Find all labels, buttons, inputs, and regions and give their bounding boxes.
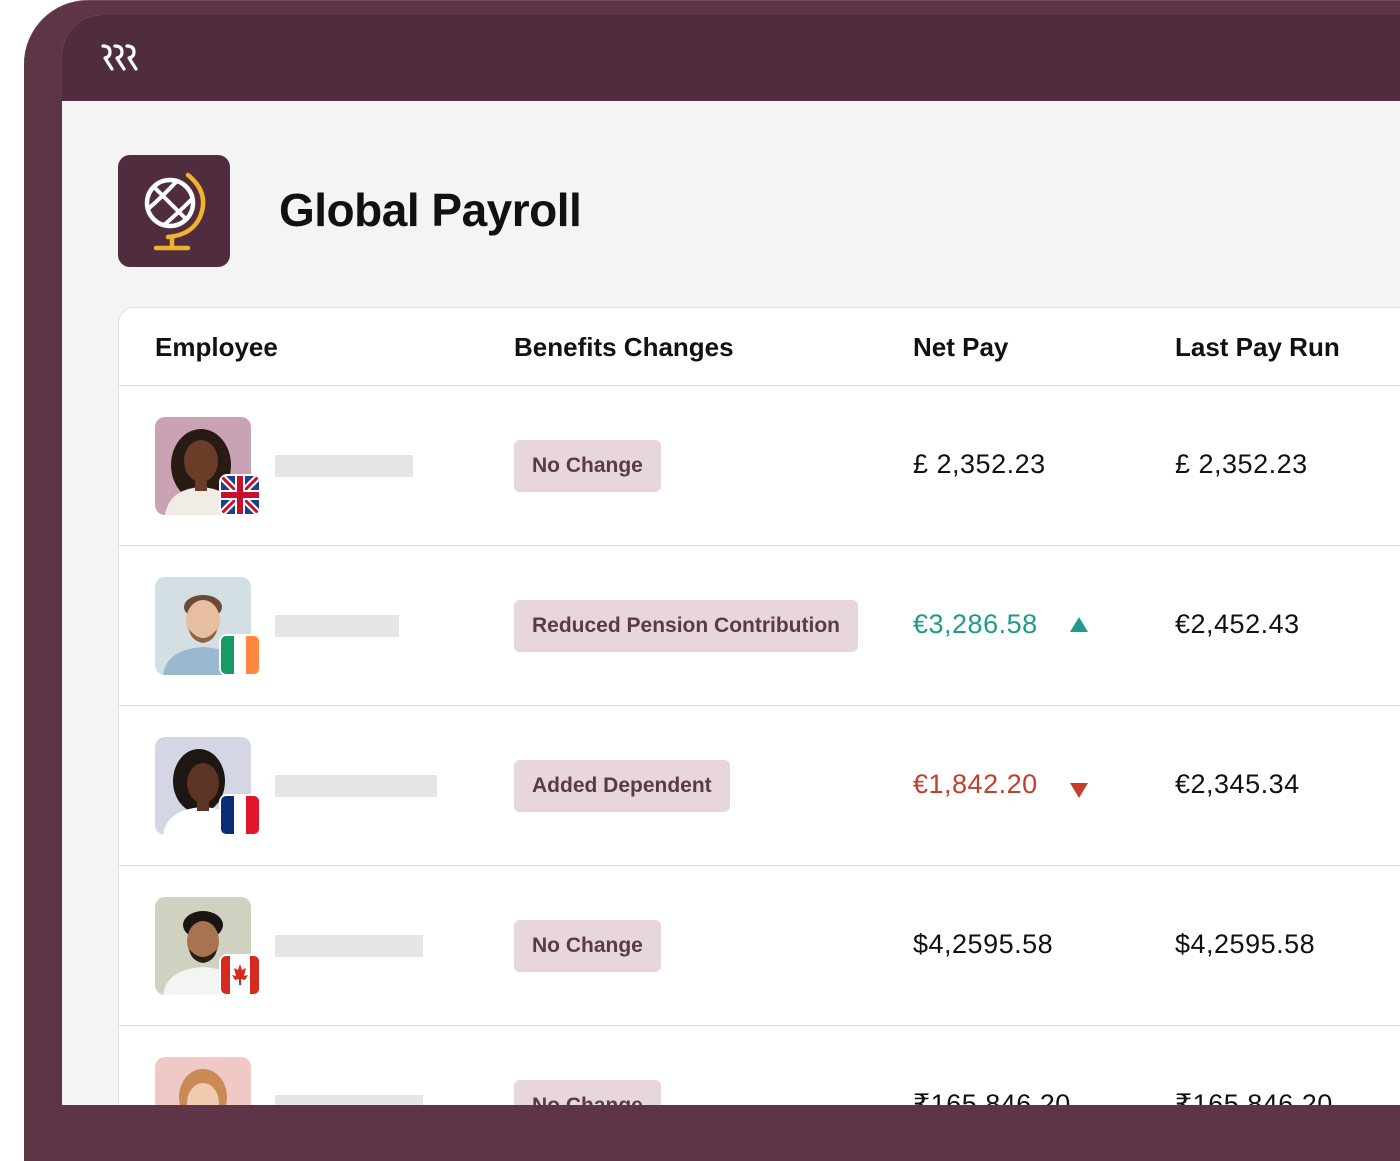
net-pay-value: ₹165,846.20 xyxy=(913,1089,1071,1105)
device-frame: Global Payroll Employee Benefits Changes… xyxy=(24,0,1400,1161)
uk-flag-icon xyxy=(219,474,261,516)
last-pay-run-value: €2,345.34 xyxy=(1175,769,1300,799)
benefits-change-badge: Reduced Pension Contribution xyxy=(514,600,858,652)
page-title: Global Payroll xyxy=(279,184,582,236)
table-row[interactable]: No Change ₹165,846.20 ₹165,846.20 xyxy=(119,1026,1400,1105)
canada-flag-icon xyxy=(219,954,261,996)
column-header-net-pay[interactable]: Net Pay xyxy=(913,332,1008,363)
table-row[interactable]: Reduced Pension Contribution €3,286.58 €… xyxy=(119,546,1400,706)
app-window: Global Payroll Employee Benefits Changes… xyxy=(62,15,1400,1105)
france-flag-icon xyxy=(219,794,261,836)
net-pay-value: $4,2595.58 xyxy=(913,929,1054,959)
employee-name-placeholder xyxy=(275,615,399,637)
table-row[interactable]: No Change $4,2595.58 $4,2595.58 xyxy=(119,866,1400,1026)
table-row[interactable]: Added Dependent €1,842.20 €2,345.34 xyxy=(119,706,1400,866)
benefits-change-badge: Added Dependent xyxy=(514,760,730,812)
trend-up-icon xyxy=(1069,616,1089,639)
benefits-change-badge: No Change xyxy=(514,920,661,972)
net-pay-value: €1,842.20 xyxy=(913,769,1038,799)
brand-logo-icon[interactable] xyxy=(100,43,140,76)
benefits-change-badge: No Change xyxy=(514,1080,661,1105)
column-header-last-pay-run[interactable]: Last Pay Run xyxy=(1175,332,1340,363)
payroll-table: Employee Benefits Changes Net Pay Last P… xyxy=(118,307,1400,1105)
employee-name-placeholder xyxy=(275,455,413,477)
benefits-change-badge: No Change xyxy=(514,440,661,492)
trend-down-icon xyxy=(1069,781,1089,804)
globe-icon xyxy=(118,155,230,267)
net-pay-value: £ 2,352.23 xyxy=(913,449,1046,479)
last-pay-run-value: £ 2,352.23 xyxy=(1175,449,1308,479)
ireland-flag-icon xyxy=(219,634,261,676)
net-pay-value: €3,286.58 xyxy=(913,609,1038,639)
last-pay-run-value: €2,452.43 xyxy=(1175,609,1300,639)
employee-avatar xyxy=(155,1057,251,1105)
last-pay-run-value: $4,2595.58 xyxy=(1175,929,1316,959)
employee-name-placeholder xyxy=(275,775,437,797)
column-header-benefits-changes[interactable]: Benefits Changes xyxy=(514,332,734,363)
employee-name-placeholder xyxy=(275,935,423,957)
table-header: Employee Benefits Changes Net Pay Last P… xyxy=(119,308,1400,386)
last-pay-run-value: ₹165,846.20 xyxy=(1175,1089,1333,1105)
top-bar xyxy=(62,15,1400,101)
table-row[interactable]: No Change £ 2,352.23 £ 2,352.23 xyxy=(119,386,1400,546)
column-header-employee[interactable]: Employee xyxy=(155,332,278,363)
